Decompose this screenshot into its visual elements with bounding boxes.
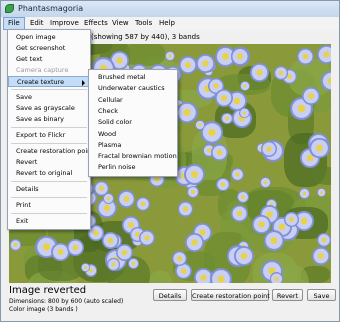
texture-item-brushed-metal[interactable]: Brushed metal: [89, 72, 177, 83]
submenu-arrow-icon: [82, 80, 85, 86]
flower: [164, 50, 176, 62]
menu-edit[interactable]: Edit: [26, 18, 48, 29]
flower: [102, 192, 114, 204]
file-menu-item-get-screenshot[interactable]: Get screenshot: [8, 43, 90, 54]
create-texture-submenu: Brushed metal Underwater caustics Cellular…: [88, 69, 178, 177]
file-menu-item-create-restoration-point[interactable]: Create restoration point: [8, 146, 94, 157]
flower: [107, 258, 120, 271]
flower: [270, 272, 284, 283]
file-menu-dropdown: Open image Get screenshot Get text Camera c…: [7, 29, 94, 230]
flower: [80, 263, 90, 273]
menu-separator: [11, 181, 87, 182]
flower: [211, 143, 229, 161]
file-menu-item-print[interactable]: Print: [8, 200, 90, 211]
flower: [239, 107, 250, 119]
menu-separator: [11, 143, 87, 144]
file-menu-item-details[interactable]: Details: [8, 184, 90, 195]
file-menu-item-revert[interactable]: Revert: [8, 157, 90, 168]
flower: [231, 204, 249, 222]
menu-improve[interactable]: Improve: [46, 18, 83, 29]
flower: [171, 250, 188, 267]
flower: [317, 45, 331, 65]
file-menu-item-open-image[interactable]: Open image: [8, 32, 90, 43]
image-info-text: (showing 587 by 440), 3 bands: [91, 33, 200, 41]
texture-item-underwater-caustics[interactable]: Underwater caustics: [89, 83, 177, 94]
menu-separator: [11, 89, 87, 90]
texture-item-check[interactable]: Check: [89, 106, 177, 117]
texture-item-plasma[interactable]: Plasma: [89, 140, 177, 151]
flower: [185, 233, 204, 252]
flower: [311, 246, 331, 266]
flower: [284, 212, 299, 227]
revert-button[interactable]: Revert: [272, 289, 303, 301]
texture-item-perlin-noise[interactable]: Perlin noise: [89, 162, 177, 173]
file-menu-item-create-texture[interactable]: Create texture: [8, 76, 90, 87]
flower: [221, 112, 233, 125]
file-menu-item-save-as-binary[interactable]: Save as binary: [8, 114, 90, 125]
file-menu-item-save-as-grayscale[interactable]: Save as grayscale: [8, 103, 90, 114]
flower: [309, 137, 331, 159]
flower: [233, 246, 254, 267]
flower: [252, 214, 272, 234]
window-title: Phantasmagoria: [18, 4, 84, 13]
texture-item-cellular[interactable]: Cellular: [89, 95, 177, 106]
flower: [196, 54, 216, 73]
file-menu-item-save[interactable]: Save: [8, 92, 90, 103]
flower: [66, 238, 84, 256]
menu-separator: [11, 213, 87, 214]
flower: [298, 187, 311, 199]
flower: [102, 231, 119, 249]
flower: [9, 239, 22, 251]
flower: [230, 168, 244, 182]
title-bar: Phantasmagoria: [1, 1, 339, 18]
flower: [263, 230, 285, 251]
texture-item-fractal-brownian-motion[interactable]: Fractal brownian motion: [89, 151, 177, 162]
status-dimensions: Dimensions: 800 by 600 (auto scaled): [9, 298, 124, 305]
flower: [187, 185, 200, 198]
menu-separator: [11, 127, 87, 128]
flower: [176, 101, 199, 124]
menu-tools[interactable]: Tools: [131, 18, 156, 29]
menu-separator: [11, 197, 87, 198]
flower: [177, 200, 194, 217]
texture-item-wood[interactable]: Wood: [89, 129, 177, 140]
menu-help[interactable]: Help: [155, 18, 179, 29]
flower: [117, 190, 135, 208]
save-button[interactable]: Save: [307, 289, 336, 301]
flower: [128, 258, 139, 269]
file-menu-item-revert-to-original[interactable]: Revert to original: [8, 168, 90, 179]
file-menu-item-export-to-flickr[interactable]: Export to Flickr: [8, 130, 90, 141]
flower: [321, 70, 331, 91]
menu-view[interactable]: View: [108, 18, 133, 29]
file-menu-item-camera-capture: Camera capture: [16, 66, 69, 74]
app-leaf-icon: [5, 4, 14, 13]
flower: [179, 56, 197, 74]
status-color: Color image (3 bands ): [9, 306, 78, 313]
details-button[interactable]: Details: [153, 289, 187, 301]
file-menu-item-exit[interactable]: Exit: [8, 216, 90, 227]
flower: [136, 196, 151, 211]
texture-item-solid-color[interactable]: Solid color: [89, 117, 177, 128]
flower: [260, 141, 277, 158]
flower: [316, 232, 331, 247]
file-menu-item-get-text[interactable]: Get text: [8, 54, 90, 65]
create-restoration-point-button[interactable]: Create restoration point: [191, 289, 270, 301]
flower: [215, 89, 234, 107]
flower: [139, 229, 156, 247]
flower: [230, 47, 250, 66]
flower: [209, 268, 232, 283]
status-title: Image reverted: [9, 285, 87, 296]
